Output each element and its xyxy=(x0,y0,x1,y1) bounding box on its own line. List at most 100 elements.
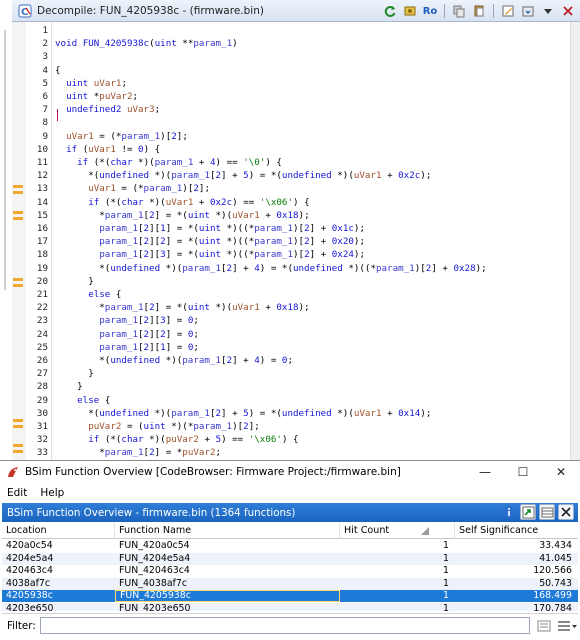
margin-marker[interactable] xyxy=(13,419,23,422)
code-line[interactable]: undefined2 uVar3; xyxy=(55,104,160,115)
code-token[interactable]: uVar1 xyxy=(354,170,382,181)
table-options-icon[interactable] xyxy=(539,504,555,520)
margin-marker[interactable] xyxy=(13,278,23,281)
code-line[interactable]: if (*(char *)(uVar1 + 0x2c) == '\x06') { xyxy=(55,197,309,208)
code-token[interactable]: param_1 xyxy=(105,210,144,221)
margin-marker[interactable] xyxy=(13,425,23,428)
column-self-significance[interactable]: Self Significance xyxy=(455,523,578,539)
code-line[interactable]: uVar1 = (*param_1)[2]; xyxy=(55,183,210,194)
code-line[interactable]: else { xyxy=(55,289,121,300)
navigate-icon[interactable] xyxy=(520,504,536,520)
code-token[interactable]: param_1 xyxy=(99,329,138,340)
code-token[interactable]: param_1 xyxy=(193,38,232,49)
margin-marker[interactable] xyxy=(13,211,23,214)
column-location[interactable]: Location xyxy=(2,523,115,539)
code-token[interactable]: FUN_4205938c xyxy=(83,38,149,49)
code-token[interactable]: param_1 xyxy=(105,302,144,313)
cell-name[interactable]: FUN_420a0c54 xyxy=(115,540,340,552)
code-token[interactable]: undefined xyxy=(282,170,332,181)
code-token[interactable]: uint xyxy=(66,91,88,102)
code-token[interactable]: puVar2 xyxy=(88,421,121,432)
code-token[interactable]: uint xyxy=(155,38,177,49)
maximize-button[interactable]: ☐ xyxy=(504,461,542,483)
code-line[interactable]: if (uVar1 != 0) { xyxy=(55,144,160,155)
code-line[interactable]: param_1[2][3] = *(uint *)((*param_1)[2] … xyxy=(55,249,365,260)
code-token[interactable]: 0x24 xyxy=(332,249,354,260)
cell-hits[interactable]: 1 xyxy=(340,540,455,552)
code-token[interactable]: char xyxy=(121,197,143,208)
cell-hits[interactable]: 1 xyxy=(340,565,455,577)
cell-sig[interactable]: 41.045 xyxy=(455,553,578,565)
margin-marker[interactable] xyxy=(13,217,23,220)
code-token[interactable]: else xyxy=(77,395,99,406)
close-icon[interactable] xyxy=(560,3,576,19)
code-token[interactable]: param_1 xyxy=(99,249,138,260)
cell-sig[interactable]: 168.499 xyxy=(455,590,578,602)
menu-icon[interactable] xyxy=(540,3,556,19)
sort-indicator[interactable] xyxy=(415,523,455,539)
code-line[interactable]: param_1[2][1] = 0; xyxy=(55,342,199,353)
code-token[interactable]: if xyxy=(88,434,99,445)
code-token[interactable]: '\x06' xyxy=(260,197,293,208)
code-token[interactable]: uint xyxy=(199,249,221,260)
code-token[interactable]: uVar1 xyxy=(66,131,94,142)
code-token[interactable]: if xyxy=(66,144,77,155)
code-token[interactable]: uint xyxy=(66,78,88,89)
cell-sig[interactable]: 50.743 xyxy=(455,578,578,590)
code-token[interactable]: if xyxy=(77,157,88,168)
cell-name[interactable]: FUN_420463c4 xyxy=(115,565,340,577)
code-token[interactable]: uVar1 xyxy=(166,197,194,208)
code-token[interactable]: uint xyxy=(188,210,210,221)
code-token[interactable]: param_1 xyxy=(99,236,138,247)
code-token[interactable]: undefined xyxy=(99,408,149,419)
code-line[interactable]: param_1[2][2] = *(uint *)((*param_1)[2] … xyxy=(55,236,365,247)
code-token[interactable]: uVar1 xyxy=(88,144,116,155)
margin-marker[interactable] xyxy=(13,185,23,188)
code-token[interactable]: uVar1 xyxy=(232,210,260,221)
cell-sig[interactable]: 33.434 xyxy=(455,540,578,552)
code-token[interactable]: else xyxy=(88,289,110,300)
code-token[interactable]: param_1 xyxy=(182,355,221,366)
code-line[interactable]: param_1[2][3] = 0; xyxy=(55,315,199,326)
code-line[interactable]: *(undefined *)(param_1[2] + 4) = *(undef… xyxy=(55,263,486,274)
code-token[interactable]: 0x18 xyxy=(276,210,298,221)
cell-sig[interactable]: 120.566 xyxy=(455,565,578,577)
refresh-icon[interactable] xyxy=(382,3,398,19)
code-line[interactable]: { xyxy=(55,65,61,76)
code-token[interactable]: param_1 xyxy=(193,421,232,432)
cell-location[interactable]: 420a0c54 xyxy=(2,540,115,552)
export-icon[interactable] xyxy=(520,3,536,19)
table-row[interactable]: 4203e650 FUN_4203e650 1 170.784 xyxy=(2,602,578,612)
code-token[interactable]: undefined xyxy=(99,170,149,181)
margin-marker[interactable] xyxy=(13,191,23,194)
code-token[interactable]: param_1 xyxy=(254,223,293,234)
minimize-button[interactable]: — xyxy=(466,461,504,483)
code-token[interactable]: 0x18 xyxy=(276,302,298,313)
edit-icon[interactable] xyxy=(500,3,516,19)
code-line[interactable]: *(undefined *)(param_1[2] + 5) = *(undef… xyxy=(55,170,431,181)
code-token[interactable]: uint xyxy=(188,302,210,313)
code-line[interactable]: *param_1[2] = *(uint *)(uVar1 + 0x18); xyxy=(55,210,309,221)
code-token[interactable]: undefined xyxy=(110,355,160,366)
code-token[interactable]: uVar1 xyxy=(232,302,260,313)
bsim-function-table[interactable]: Location Function Name Hit Count Self Si… xyxy=(2,523,578,611)
code-token[interactable]: param_1 xyxy=(171,408,210,419)
column-function-name[interactable]: Function Name xyxy=(115,523,340,539)
code-line[interactable]: if (*(char *)(param_1 + 4) == '\0') { xyxy=(55,157,282,168)
code-line[interactable]: uint uVar1; xyxy=(55,78,127,89)
info-icon[interactable] xyxy=(501,504,517,520)
table-row[interactable]: 420463c4 FUN_420463c4 1 120.566 xyxy=(2,565,578,577)
code-token[interactable]: puVar2 xyxy=(99,91,132,102)
filter-options-icon[interactable] xyxy=(556,618,578,634)
code-line[interactable]: } xyxy=(55,276,94,287)
cell-location[interactable]: 4204e5a4 xyxy=(2,553,115,565)
snapshot-icon[interactable] xyxy=(402,3,418,19)
code-token[interactable]: uVar3 xyxy=(127,104,155,115)
code-token[interactable]: uVar1 xyxy=(94,78,122,89)
cell-sig[interactable]: 170.784 xyxy=(455,603,578,612)
code-token[interactable]: param_1 xyxy=(182,263,221,274)
code-view[interactable]: 1 2 3 4 5 6 7 8 9 10 11 12 13 14 15 16 17 18 19 20 21 22 23 24 2… xyxy=(12,22,570,460)
table-row[interactable]: 4038af7c FUN_4038af7c 1 50.743 xyxy=(2,577,578,590)
cell-location[interactable]: 420463c4 xyxy=(2,565,115,577)
cell-hits[interactable]: 1 xyxy=(340,578,455,590)
